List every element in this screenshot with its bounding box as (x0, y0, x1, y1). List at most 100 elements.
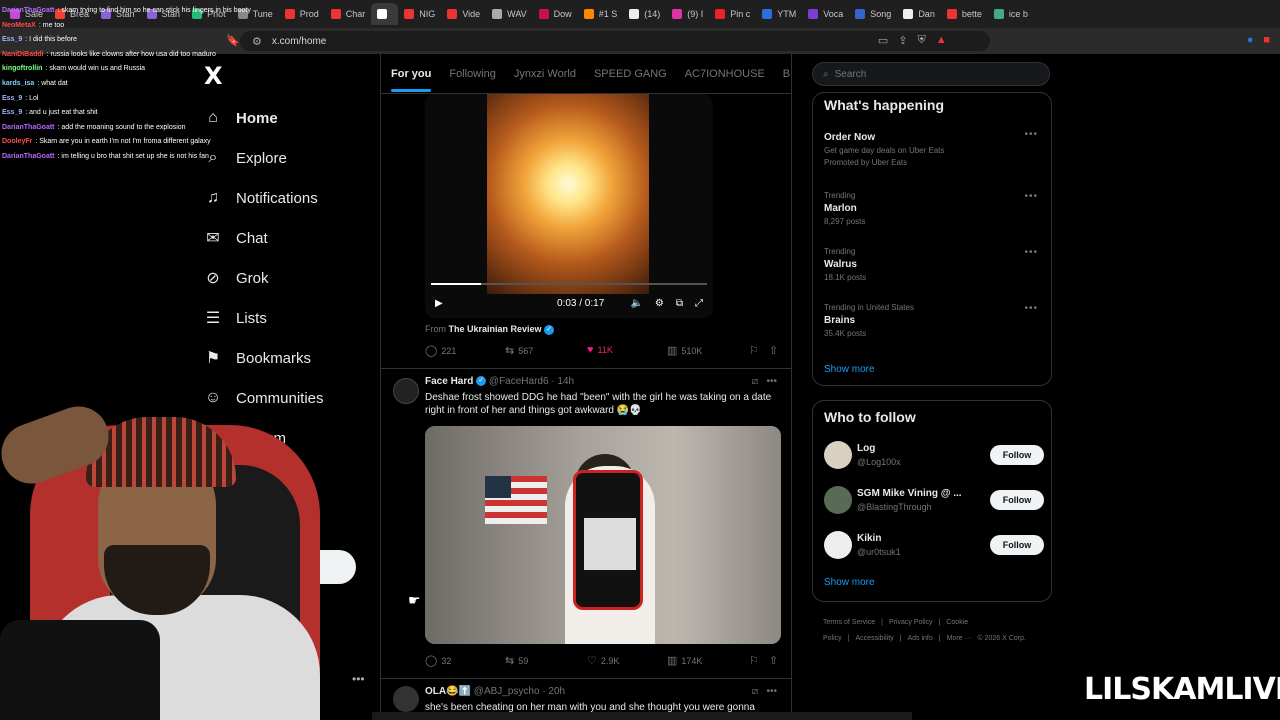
pip-icon[interactable]: ⧉ (676, 298, 683, 309)
footer-link[interactable]: © 2026 X Corp. (977, 635, 1025, 642)
cast-icon[interactable]: ▭ (878, 34, 888, 47)
more-icon[interactable]: ••• (766, 376, 777, 387)
footer-link[interactable]: More ··· (947, 635, 972, 642)
browser-tab[interactable]: WAV (486, 3, 533, 25)
share-button[interactable]: ⇧ (769, 344, 778, 357)
feed-tab[interactable]: For you (391, 54, 432, 93)
avatar[interactable] (393, 378, 419, 404)
profile-icon[interactable]: ● (1247, 34, 1254, 47)
trend-item[interactable]: Trending in United States Brains 35.4K pos… (824, 303, 1044, 338)
trend-item[interactable]: Order Now Get game day deals on Uber Eats… (824, 129, 1044, 167)
author-name[interactable]: OLA😂⬆️ (425, 686, 471, 697)
repost-button[interactable]: ⇆ 567 (505, 344, 533, 357)
browser-tab[interactable]: (9) I (666, 3, 709, 25)
who-to-follow-title: Who to follow (824, 409, 916, 425)
suggestion-name[interactable]: Kikin (857, 533, 881, 544)
grok-icon[interactable]: ⧄ (752, 686, 758, 697)
tweet-media[interactable] (425, 426, 781, 644)
browser-tab[interactable]: YTM (756, 3, 802, 25)
search-input[interactable]: ⌕ Search (812, 62, 1050, 86)
feed-tab[interactable]: Following (449, 54, 495, 93)
tweet-time[interactable]: · 14h (551, 376, 574, 387)
bookmark-button[interactable]: ⚐ (749, 654, 759, 667)
nav-item-notifications[interactable]: ♫ Notifications (204, 178, 374, 218)
browser-tab[interactable]: Pin c (709, 3, 756, 25)
browser-tab[interactable]: Vide (441, 3, 486, 25)
extension-icon[interactable]: ▲ (936, 34, 947, 47)
browser-tab[interactable]: ice b (988, 3, 1034, 25)
avatar[interactable] (824, 486, 852, 514)
follow-button[interactable]: Follow (990, 535, 1044, 555)
nav-item-bookmarks[interactable]: ⚑ Bookmarks (204, 338, 374, 378)
browser-tab[interactable]: Dan (897, 3, 941, 25)
chat-message: NaniDiBaddi: russia looks like clowns af… (2, 48, 282, 63)
suggestion-name[interactable]: Log (857, 443, 875, 454)
show-more-follows-link[interactable]: Show more (824, 577, 875, 588)
nav-item-lists[interactable]: ☰ Lists (204, 298, 374, 338)
author-name[interactable]: Face Hard (425, 376, 473, 387)
mouse-cursor-icon: ☛ (408, 592, 421, 608)
author-handle[interactable]: @FaceHard6 (489, 376, 549, 387)
avatar[interactable] (824, 531, 852, 559)
avatar[interactable] (824, 441, 852, 469)
like-button[interactable]: ♡ 2.9K (587, 654, 619, 667)
trend-item[interactable]: Trending Marlon 8,297 posts ••• (824, 191, 1044, 226)
feed-tab[interactable]: AC7IONHOUSE (685, 54, 765, 93)
browser-tab[interactable]: Voca (802, 3, 849, 25)
share-button[interactable]: ⇧ (769, 654, 778, 667)
volume-icon[interactable]: 🔈 (630, 298, 642, 309)
follow-button[interactable]: Follow (990, 445, 1044, 465)
feed-tab[interactable]: B (783, 54, 790, 93)
nav-item-chat[interactable]: ✉ Chat (204, 218, 374, 258)
browser-tab[interactable] (371, 3, 399, 25)
footer-link[interactable]: Ads info (907, 635, 932, 642)
views-button[interactable]: ▥ 510K (667, 344, 702, 357)
browser-tab[interactable]: bette (941, 3, 988, 25)
more-icon[interactable]: ••• (1024, 129, 1038, 140)
menu-icon[interactable]: ■ (1263, 34, 1270, 47)
browser-tab[interactable]: Dow (533, 3, 578, 25)
share-icon[interactable]: ⇪ (898, 34, 907, 47)
tab-favicon-icon (993, 9, 1004, 19)
grok-icon[interactable]: ⧄ (752, 376, 758, 387)
reply-button[interactable]: ◯ 32 (425, 654, 451, 667)
from-source-link[interactable]: The Ukrainian Review (449, 324, 542, 334)
more-icon[interactable]: ••• (1024, 303, 1038, 314)
repost-button[interactable]: ⇆ 59 (505, 654, 528, 667)
footer-link[interactable]: Privacy Policy (889, 619, 933, 626)
reply-button[interactable]: ◯ 221 (425, 344, 456, 357)
play-icon[interactable]: ▶ (435, 298, 443, 309)
author-handle[interactable]: @ABJ_psycho (474, 686, 540, 697)
footer-link[interactable]: Accessibility (856, 635, 894, 642)
nav-item-grok[interactable]: ⊘ Grok (204, 258, 374, 298)
browser-tab[interactable]: (14) (623, 3, 666, 25)
views-button[interactable]: ▥ 174K (667, 654, 702, 667)
trend-item[interactable]: Trending Walrus 18.1K posts ••• (824, 247, 1044, 282)
video-progress-bar[interactable] (431, 283, 707, 285)
browser-tab[interactable]: Song (849, 3, 897, 25)
bookmark-button[interactable]: ⚐ (749, 344, 759, 357)
more-icon[interactable]: ••• (1024, 191, 1038, 202)
avatar[interactable] (393, 686, 419, 712)
video-player[interactable]: ▶ 0:03 / 0:17 🔈 ⚙ ⧉ ⤢ (425, 94, 713, 318)
like-button[interactable]: ♥ 11K (587, 344, 613, 356)
feed-tab[interactable]: Jynxzi World (514, 54, 576, 93)
suggestion-name[interactable]: SGM Mike Vining @ ... (857, 488, 962, 499)
footer-link[interactable]: Terms of Service (823, 619, 875, 626)
settings-icon[interactable]: ⚙ (655, 298, 664, 309)
browser-tab[interactable]: NIG (398, 3, 441, 25)
follow-button[interactable]: Follow (990, 490, 1044, 510)
show-more-trends-link[interactable]: Show more (824, 364, 875, 375)
more-icon[interactable]: ••• (766, 686, 777, 697)
feed-tab[interactable]: SPEED GANG (594, 54, 667, 93)
fullscreen-icon[interactable]: ⤢ (695, 298, 703, 309)
chat-username: kards_isa (2, 79, 35, 87)
browser-tab[interactable]: #1 S (578, 3, 624, 25)
browser-tab[interactable]: Char (325, 3, 372, 25)
chat-text: : russia looks like clowns after how usa… (46, 50, 216, 58)
nav-item-label: Grok (236, 269, 269, 287)
tweet-time[interactable]: · 20h (542, 686, 565, 697)
browser-tab[interactable]: Prod (279, 3, 325, 25)
more-icon[interactable]: ••• (1024, 247, 1038, 258)
shield-icon[interactable]: ⛨ (918, 34, 926, 47)
